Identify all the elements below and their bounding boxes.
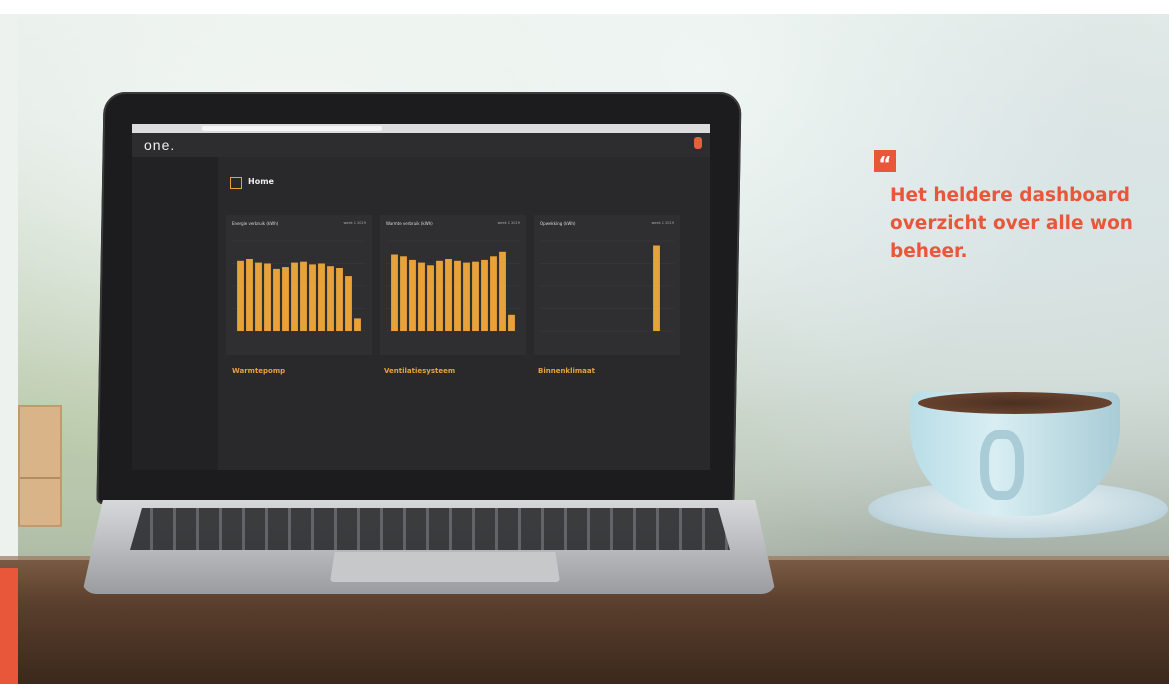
chart-bar xyxy=(309,264,316,331)
chart-bar xyxy=(508,314,515,331)
section-title: Binnenklimaat xyxy=(538,367,595,375)
laptop-keyboard xyxy=(130,508,730,550)
accent-bar xyxy=(0,568,18,684)
address-bar xyxy=(202,126,382,131)
chart-panel-generation: Opwekking (kWh) week 1 2019 xyxy=(534,215,680,355)
app-main: Home Energie verbruik (kWh) week 1 2019 … xyxy=(218,157,710,470)
page-top-strip xyxy=(0,0,1169,14)
app-sidebar xyxy=(132,157,218,470)
chart-bar xyxy=(653,245,660,331)
bar-chart xyxy=(232,240,366,332)
chart-bar xyxy=(436,260,443,331)
chart-bar xyxy=(463,262,470,331)
quote-line: beheer. xyxy=(890,241,968,262)
chart-bar xyxy=(327,266,334,331)
quote-text: Het heldere dashboard overzicht over all… xyxy=(890,182,1169,266)
sidebar-item xyxy=(142,173,208,178)
chart-bar xyxy=(273,268,280,331)
cup-handle xyxy=(980,430,1024,500)
sidebar-item xyxy=(142,204,208,209)
chart-bar xyxy=(300,261,307,331)
sidebar-item xyxy=(142,189,208,194)
app-topbar xyxy=(132,133,710,158)
chart-bar xyxy=(400,256,407,331)
panel-title: Energie verbruik (kWh) xyxy=(232,221,279,226)
chart-bar xyxy=(418,262,425,331)
chart-bar xyxy=(264,263,271,331)
chart-bar xyxy=(427,265,434,331)
bar-chart xyxy=(540,240,674,332)
chart-bar xyxy=(237,260,244,331)
home-icon xyxy=(230,177,242,189)
app-logo: one. xyxy=(144,137,176,153)
chart-bar xyxy=(490,256,497,331)
quote-line: Het heldere dashboard xyxy=(890,185,1130,206)
chart-bar xyxy=(445,259,452,331)
laptop-screen: one. Home Energie verbruik (kWh) week 1 … xyxy=(132,124,710,470)
chart-bar xyxy=(391,254,398,331)
chart-bar xyxy=(481,259,488,331)
chart-bar xyxy=(499,251,506,331)
panel-title: Warmte verbruik (kWh) xyxy=(386,221,433,226)
laptop-trackpad xyxy=(330,552,560,582)
sidebar-item xyxy=(142,228,208,233)
chart-bar xyxy=(291,262,298,331)
quote-line: overzicht over alle won xyxy=(890,213,1133,234)
chart-panel-heat: Warmte verbruik (kWh) week 1 2019 xyxy=(380,215,526,355)
avatar xyxy=(694,137,702,149)
quote-mark-icon: “ xyxy=(874,150,896,176)
section-title: Warmtepomp xyxy=(232,367,286,375)
chart-bar xyxy=(409,259,416,331)
panel-title: Opwekking (kWh) xyxy=(540,221,576,226)
sidebar-item xyxy=(142,212,208,217)
panel-week: week 1 2019 xyxy=(343,221,366,225)
wooden-box xyxy=(18,405,62,527)
chart-bar xyxy=(255,262,262,331)
chart-bar xyxy=(282,267,289,331)
coffee xyxy=(918,392,1112,414)
sidebar-item xyxy=(142,165,208,170)
bar-chart xyxy=(386,240,520,332)
chart-bar xyxy=(354,318,361,331)
browser-chrome xyxy=(132,124,710,133)
page-title: Home xyxy=(248,177,274,186)
sidebar-item xyxy=(142,181,208,186)
panel-week: week 1 2019 xyxy=(651,221,674,225)
section-title: Ventilatiesysteem xyxy=(384,367,456,375)
sidebar-item xyxy=(142,220,208,225)
chart-panel-energy: Energie verbruik (kWh) week 1 2019 xyxy=(226,215,372,355)
panel-week: week 1 2019 xyxy=(497,221,520,225)
chart-bar xyxy=(472,261,479,331)
chart-bar xyxy=(454,260,461,331)
chart-bar xyxy=(336,268,343,331)
chart-bar xyxy=(318,263,325,331)
chart-bar xyxy=(246,259,253,331)
chart-bar xyxy=(345,276,352,331)
